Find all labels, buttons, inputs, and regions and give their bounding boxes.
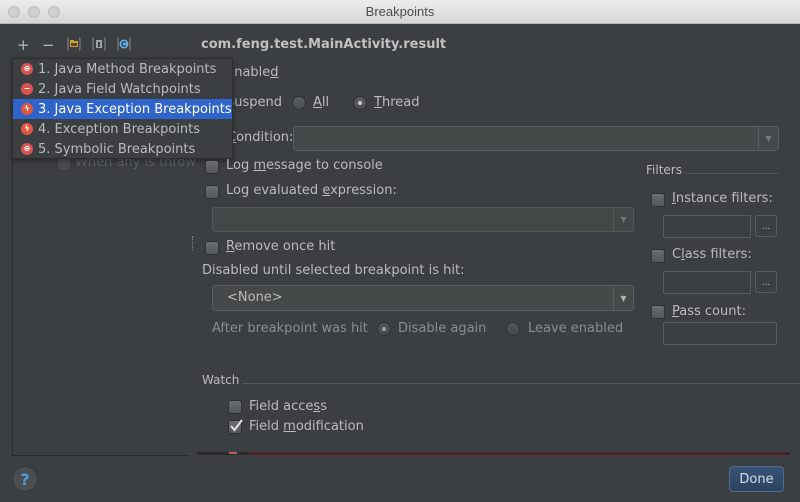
help-button[interactable]: ? <box>12 466 38 492</box>
after-hit-label: After breakpoint was hit <box>212 321 368 336</box>
title-bar: Breakpoints <box>0 0 800 24</box>
remove-breakpoint-button[interactable]: − <box>42 36 55 54</box>
field-watchpoint-icon: − <box>21 83 33 95</box>
disabled-until-label: Disabled until selected breakpoint is hi… <box>202 263 465 278</box>
method-breakpoint-icon: ⊕ <box>21 63 33 75</box>
filters-section-title: Filters <box>646 163 682 177</box>
popup-item-java-field-watchpoints[interactable]: − 2. Java Field Watchpoints <box>13 79 232 99</box>
field-modification-label: Field modification <box>249 419 364 434</box>
log-message-checkbox[interactable] <box>205 160 219 174</box>
disable-again-radio[interactable] <box>377 322 391 336</box>
popup-item-exception-breakpoints[interactable]: ϟ 4. Exception Breakpoints <box>13 119 232 139</box>
suspend-all-radio[interactable] <box>292 96 306 110</box>
pass-count-input[interactable] <box>663 322 777 345</box>
pass-count-checkbox[interactable] <box>651 305 665 319</box>
group-by-file-icon[interactable] <box>92 37 106 51</box>
log-expression-input[interactable]: ▼ <box>212 207 634 232</box>
group-by-class-icon[interactable] <box>117 37 131 51</box>
log-expression-checkbox[interactable] <box>205 185 219 199</box>
log-expression-dropdown-arrow-icon[interactable]: ▼ <box>613 208 633 231</box>
group-by-package-icon[interactable] <box>67 37 81 51</box>
breakpoint-title: com.feng.test.MainActivity.result <box>201 37 447 52</box>
log-message-label: Log message to console <box>226 158 383 173</box>
suspend-thread-label: Thread <box>374 95 420 110</box>
field-modification-checkbox[interactable] <box>228 419 243 434</box>
popup-item-java-method-breakpoints[interactable]: ⊕ 1. Java Method Breakpoints <box>13 59 232 79</box>
filters-separator <box>686 173 778 174</box>
checkmark-icon <box>230 419 243 432</box>
watch-section-title: Watch <box>202 373 240 387</box>
instance-filters-input[interactable] <box>663 215 751 238</box>
class-filters-checkbox[interactable] <box>651 249 665 263</box>
field-access-label: Field access <box>249 399 327 414</box>
class-filters-browse-button[interactable]: ... <box>755 271 777 293</box>
exception-breakpoint-icon: ϟ <box>21 123 33 135</box>
popup-item-symbolic-breakpoints[interactable]: ⊕ 5. Symbolic Breakpoints <box>13 139 232 159</box>
add-breakpoint-button[interactable]: + <box>17 36 30 54</box>
suspend-label: Suspend <box>226 95 283 110</box>
enabled-label: Enabled <box>226 65 279 80</box>
leave-enabled-radio[interactable] <box>506 322 520 336</box>
field-access-checkbox[interactable] <box>228 400 242 414</box>
popup-item-java-exception-breakpoints[interactable]: ϟ 3. Java Exception Breakpoints <box>13 99 232 119</box>
horizontal-scrollbar[interactable] <box>197 452 790 455</box>
disabled-until-dropdown-arrow-icon[interactable]: ▼ <box>613 286 633 310</box>
scrollbar-track-highlight <box>248 452 787 455</box>
leave-enabled-label: Leave enabled <box>528 321 624 336</box>
class-filters-input[interactable] <box>663 271 751 294</box>
disable-again-label: Disable again <box>398 321 487 336</box>
add-breakpoint-popup-menu: ⊕ 1. Java Method Breakpoints − 2. Java F… <box>12 58 233 159</box>
pass-count-label: Pass count: <box>672 304 746 319</box>
suspend-all-label: All <box>313 95 330 110</box>
condition-dropdown-arrow-icon[interactable]: ▼ <box>758 127 778 150</box>
class-filters-label: Class filters: <box>672 247 752 262</box>
condition-input[interactable]: ▼ <box>293 126 779 151</box>
disabled-until-value: <None> <box>227 290 283 305</box>
watch-separator <box>242 383 800 384</box>
tree-item-checkbox <box>57 157 71 171</box>
instance-filters-browse-button[interactable]: ... <box>755 215 777 237</box>
done-button[interactable]: Done <box>729 466 784 492</box>
scrollbar-marker <box>229 452 237 454</box>
suspend-thread-radio[interactable] <box>353 96 367 110</box>
remove-once-hit-checkbox[interactable] <box>205 241 219 255</box>
window-title: Breakpoints <box>365 4 435 19</box>
disabled-until-select[interactable]: <None> ▼ <box>212 285 634 311</box>
splitter-handle[interactable] <box>192 236 194 250</box>
exception-breakpoint-icon: ϟ <box>21 103 33 115</box>
remove-once-hit-label: Remove once hit <box>226 239 336 254</box>
instance-filters-checkbox[interactable] <box>651 193 665 207</box>
log-expression-label: Log evaluated expression: <box>226 183 397 198</box>
condition-label: Condition: <box>227 130 294 145</box>
symbolic-breakpoint-icon: ⊕ <box>21 143 33 155</box>
instance-filters-label: Instance filters: <box>672 191 773 206</box>
